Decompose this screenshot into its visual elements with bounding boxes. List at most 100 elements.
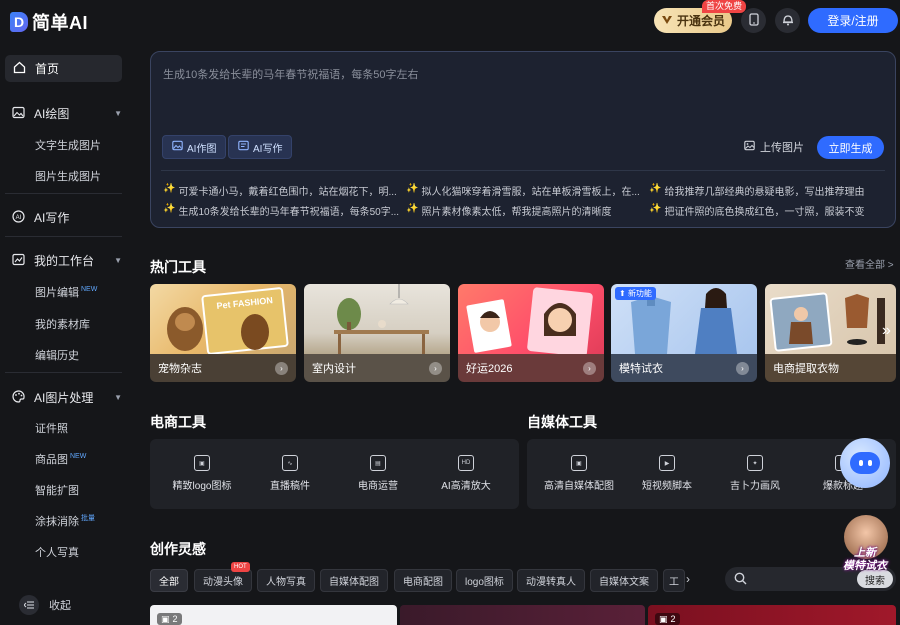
video-script-icon: ▶ (659, 455, 675, 471)
tool-card-model-try-on[interactable]: ⬆ 新功能 模特试衣 › (611, 284, 757, 382)
bell-icon (782, 13, 794, 29)
suggestion-item[interactable]: ✨ 可爱卡通小马，戴着红色围巾，站在烟花下，明... (163, 183, 399, 198)
media-tools-panel: ▣ 高清自媒体配图 ▶ 短视频脚本 ✦ 吉卜力画风 T 爆款标题 (527, 439, 896, 509)
gallery-card[interactable]: ▣ 2 (150, 605, 397, 625)
sidebar-group-ai-image-processing[interactable]: AI图片处理 ▼ (12, 389, 122, 406)
sidebar-divider (5, 236, 122, 237)
upload-image-button[interactable]: 上传图片 (744, 139, 804, 155)
sidebar-item-label: 涂抹消除 (35, 516, 79, 528)
tool-hd-upscale[interactable]: HD AI高清放大 (426, 455, 506, 492)
tool-short-video-script[interactable]: ▶ 短视频脚本 (627, 455, 707, 492)
vip-icon (661, 14, 673, 28)
sidebar-group-ai-writing[interactable]: AI AI写作 (12, 209, 122, 226)
mobile-app-button[interactable] (741, 8, 766, 33)
tool-card-bar: 模特试衣 › (611, 354, 757, 382)
new-tag: NEW (81, 286, 98, 294)
tool-card-extract-clothing[interactable]: 电商提取衣物 (765, 284, 896, 382)
chevron-right-icon: › (275, 361, 288, 375)
assistant-button[interactable] (840, 438, 890, 488)
tool-ecommerce-ops[interactable]: ▤ 电商运营 (338, 455, 418, 492)
sidebar-item-text-to-image[interactable]: 文字生成图片 (35, 137, 101, 153)
sidebar-item-erase[interactable]: 涂抹消除 批量 (35, 513, 95, 529)
ai-write-chip[interactable]: AI写作 (228, 135, 293, 159)
filter-tab-more[interactable]: 工 (663, 569, 685, 592)
promo-model-try-on[interactable]: 上新 模特试衣 (838, 515, 892, 577)
sidebar-item-home[interactable]: 首页 (5, 55, 122, 82)
sidebar-item-portrait[interactable]: 个人写真 (35, 544, 79, 560)
logo[interactable]: D 简单AI (10, 9, 88, 35)
sidebar-item-image-to-image[interactable]: 图片生成图片 (35, 168, 101, 184)
edit-doc-icon (238, 140, 249, 154)
sidebar-item-asset-library[interactable]: 我的素材库 (35, 316, 90, 332)
sidebar-group-label: 我的工作台 (34, 254, 95, 268)
filter-tab-logo-icon[interactable]: logo图标 (456, 569, 513, 592)
tool-ghibli-style[interactable]: ✦ 吉卜力画风 (715, 455, 795, 492)
caret-down-icon: ▼ (114, 109, 122, 118)
prompt-box[interactable]: 生成10条发给长辈的马年春节祝福语，每条50字左右 AI作图 AI写作 上传图片… (150, 51, 896, 228)
filter-tab-portrait[interactable]: 人物写真 (257, 569, 315, 592)
phone-icon (748, 12, 759, 29)
tool-card-label: 模特试衣 (619, 363, 663, 375)
tool-live-script[interactable]: ∿ 直播稿件 (250, 455, 330, 492)
tool-card-pet-magazine[interactable]: Pet FASHION 宠物杂志 › (150, 284, 296, 382)
sidebar-group-label: AI绘图 (34, 107, 70, 121)
tool-item-label: 电商运营 (358, 481, 398, 492)
sidebar-group-label: AI写作 (34, 211, 70, 225)
sidebar-item-edit-history[interactable]: 编辑历史 (35, 347, 79, 363)
sidebar-item-id-photo[interactable]: 证件照 (35, 420, 68, 436)
new-feature-tag: ⬆ 新功能 (615, 287, 656, 300)
logo-text: 简单AI (32, 13, 88, 33)
login-button[interactable]: 登录/注册 (808, 8, 898, 33)
suggestion-item[interactable]: ✨ 照片素材像素太低，帮我提高照片的清晰度 (406, 203, 642, 218)
chevron-right-icon: › (429, 361, 442, 375)
suggestion-item[interactable]: ✨ 拟人化猫咪穿着滑雪服，站在单板滑雪板上，在... (406, 183, 642, 198)
sparkle-icon: ✨ (163, 183, 176, 194)
tool-card-image (765, 284, 896, 354)
tool-hd-media-image[interactable]: ▣ 高清自媒体配图 (539, 455, 619, 492)
sidebar-item-image-edit[interactable]: 图片编辑 NEW (35, 284, 97, 300)
sidebar-collapse-button[interactable]: 收起 (19, 595, 71, 615)
tool-card-good-luck-2026[interactable]: 好运2026 › (458, 284, 604, 382)
see-all-link[interactable]: 查看全部 > (845, 256, 894, 271)
prompt-input[interactable]: 生成10条发给长辈的马年春节祝福语，每条50字左右 (163, 66, 418, 82)
tool-card-interior-design[interactable]: 室内设计 › (304, 284, 450, 382)
search-icon (734, 572, 747, 588)
chevron-right-icon[interactable]: › (686, 572, 690, 586)
sidebar-group-workspace[interactable]: 我的工作台 ▼ (12, 252, 122, 269)
suggestion-item[interactable]: ✨ 把证件照的底色换成红色，一寸照，服装不变 (649, 203, 885, 218)
filter-tab-anime-to-real[interactable]: 动漫转真人 (517, 569, 585, 592)
sidebar-group-label: AI图片处理 (34, 391, 94, 405)
carousel-next-icon[interactable]: » (882, 322, 891, 340)
generate-button[interactable]: 立即生成 (817, 136, 884, 159)
ai-draw-chip[interactable]: AI作图 (162, 135, 227, 159)
notification-button[interactable] (775, 8, 800, 33)
ecommerce-tools-panel: ▣ 精致logo图标 ∿ 直播稿件 ▤ 电商运营 HD AI高清放大 (150, 439, 519, 509)
image-icon (12, 106, 25, 122)
sparkle-icon: ✨ (649, 203, 662, 214)
gallery-count: ▣ 2 (157, 613, 182, 625)
caret-down-icon: ▼ (114, 256, 122, 265)
sidebar-item-smart-expand[interactable]: 智能扩图 (35, 482, 79, 498)
filter-tab-anime-avatar[interactable]: 动漫头像 (194, 569, 252, 592)
suggestion-item[interactable]: ✨ 生成10条发给长辈的马年春节祝福语，每条50字... (163, 203, 399, 218)
image-upload-icon (744, 140, 756, 154)
sidebar-divider (5, 193, 122, 194)
chip-label: AI作图 (187, 143, 217, 155)
gallery-card[interactable] (400, 605, 645, 625)
filter-tab-all[interactable]: 全部 (150, 569, 188, 592)
suggestion-item[interactable]: ✨ 给我推荐几部经典的悬疑电影，写出推荐理由 (649, 183, 885, 198)
svg-text:AI: AI (16, 215, 22, 221)
sparkle-icon: ✨ (406, 183, 419, 194)
sidebar-group-ai-drawing[interactable]: AI绘图 ▼ (12, 105, 122, 122)
batch-tag: 批量 (81, 515, 95, 523)
gallery-card[interactable]: ▣ 2 (648, 605, 896, 625)
filter-tab-ecommerce-image[interactable]: 电商配图 (394, 569, 452, 592)
ecommerce-tools-title: 电商工具 (150, 414, 206, 430)
filter-tab-media-copy[interactable]: 自媒体文案 (590, 569, 658, 592)
tool-card-bar: 好运2026 › (458, 354, 604, 382)
tool-card-label: 好运2026 (466, 363, 513, 375)
gallery-count: ▣ 2 (655, 613, 680, 625)
tool-logo-icon[interactable]: ▣ 精致logo图标 (162, 455, 242, 492)
filter-tab-media-image[interactable]: 自媒体配图 (320, 569, 388, 592)
sidebar-item-product-image[interactable]: 商品图 NEW (35, 451, 86, 467)
